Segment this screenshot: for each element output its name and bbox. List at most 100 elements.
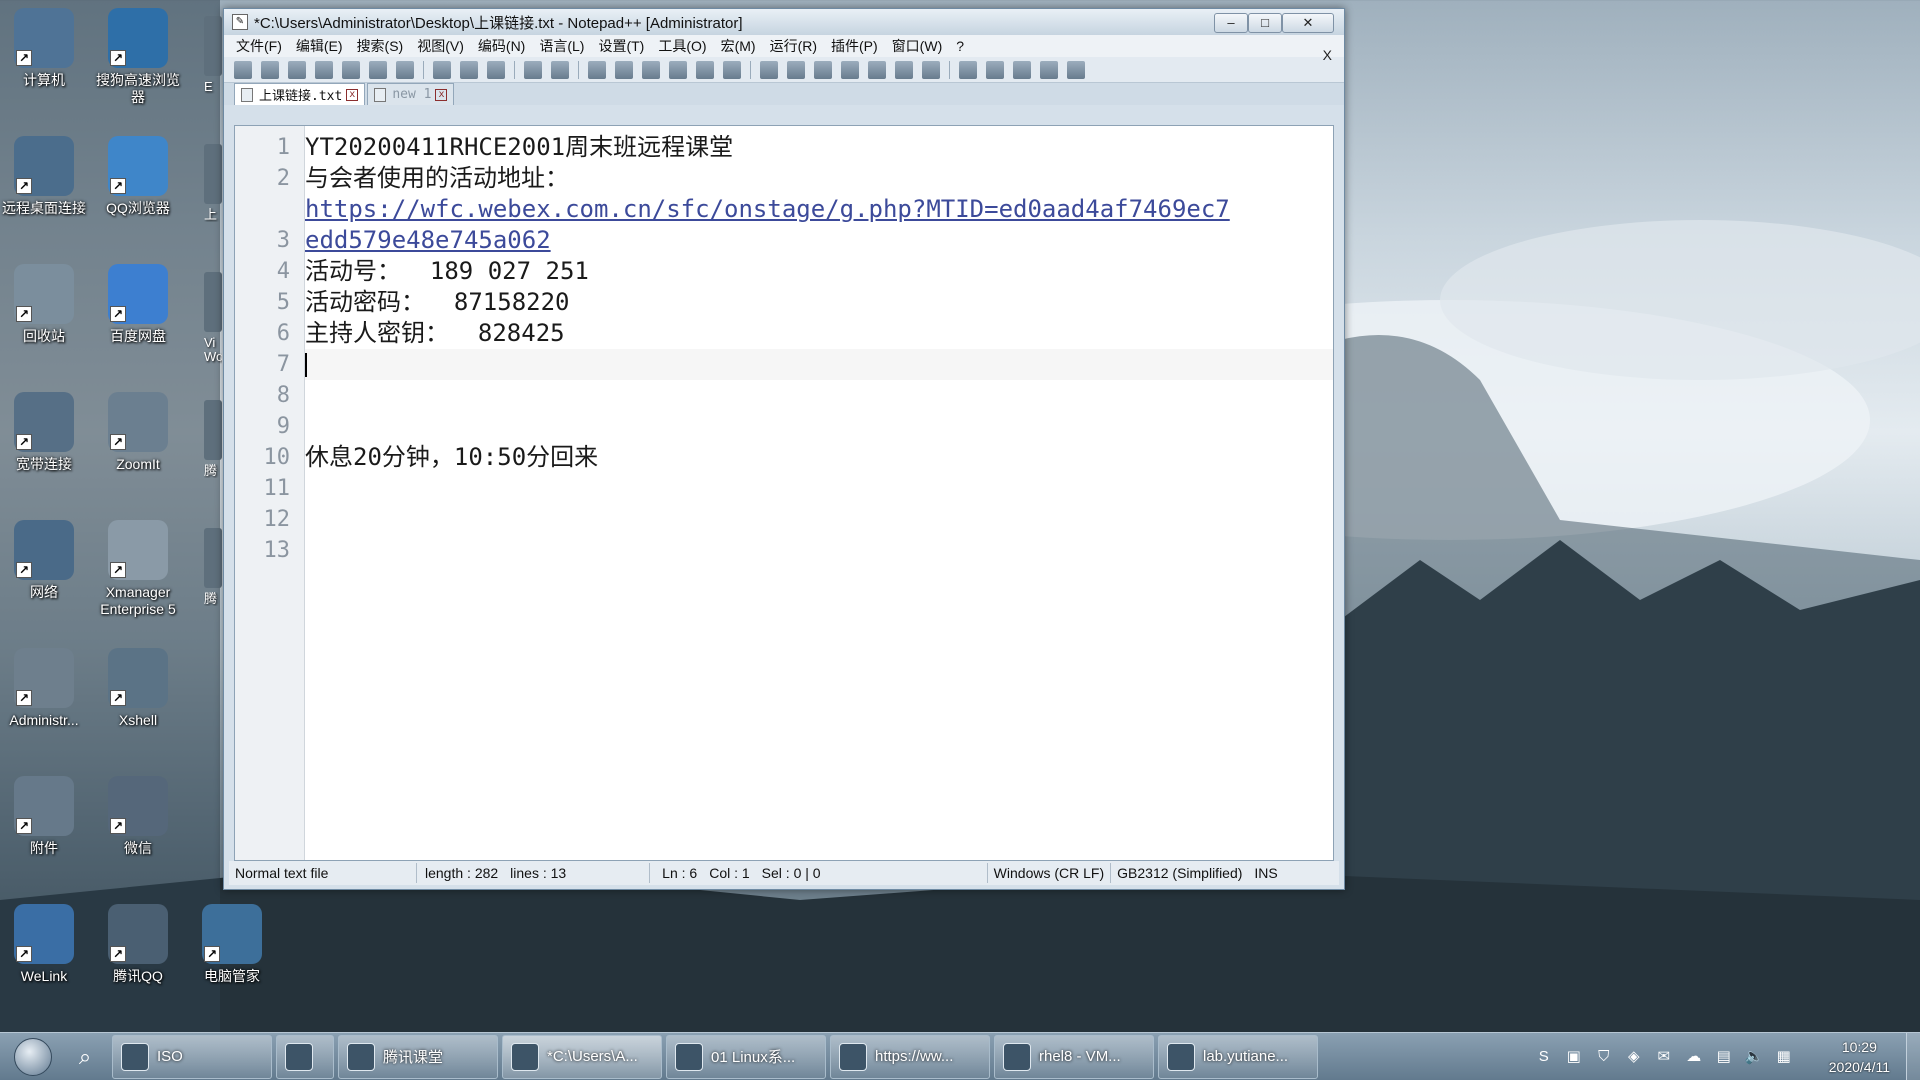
taskbar-button[interactable] (276, 1034, 334, 1079)
editor-line[interactable] (305, 535, 1333, 566)
desktop-icon[interactable]: ↗ 回收站 (0, 264, 92, 345)
menu-view[interactable]: 视图(V) (417, 36, 464, 56)
taskbar-button[interactable]: rhel8 - VM... (994, 1034, 1154, 1079)
taskbar-button[interactable]: 01 Linux系... (666, 1034, 826, 1079)
editor-line[interactable]: 活动号： 189 027 251 (305, 256, 1333, 287)
wechat-tray-icon[interactable]: ✉ (1655, 1048, 1673, 1066)
url-link[interactable]: https://wfc.webex.com.cn/sfc/onstage/g.p… (305, 195, 1230, 223)
security-icon[interactable]: ◈ (1625, 1048, 1643, 1066)
menu-run[interactable]: 运行(R) (770, 36, 817, 56)
sync-horizontal-icon[interactable] (723, 60, 741, 79)
redo-icon[interactable] (551, 60, 569, 79)
partially-hidden-desktop-icon[interactable]: 上 (204, 144, 222, 222)
partially-hidden-desktop-icon[interactable]: 腾 (204, 400, 222, 478)
partially-hidden-desktop-icon[interactable]: 腾 (204, 528, 222, 606)
sogou-input-icon[interactable]: S (1535, 1048, 1553, 1066)
editor-line[interactable]: https://wfc.webex.com.cn/sfc/onstage/g.p… (305, 194, 1333, 225)
tray-app-icon[interactable]: ▣ (1565, 1048, 1583, 1066)
desktop-icon[interactable]: ↗ Xshell (90, 648, 186, 729)
editor-line[interactable]: edd579e48e745a062 (305, 225, 1333, 256)
editor-line[interactable]: 休息20分钟，10:50分回来 (305, 442, 1333, 473)
zoom-in-icon[interactable] (642, 60, 660, 79)
baidu-tray-icon[interactable]: ☁ (1685, 1048, 1703, 1066)
editor-line[interactable]: 与会者使用的活动地址： (305, 163, 1333, 194)
taskbar-button[interactable]: lab.yutiane... (1158, 1034, 1318, 1079)
desktop-icon[interactable]: ↗ 宽带连接 (0, 392, 92, 473)
copy-icon[interactable] (460, 60, 478, 79)
monitoring-icon[interactable] (922, 60, 940, 79)
volume-icon[interactable]: 🔈 (1745, 1048, 1764, 1066)
quick-launch-zoomit-icon[interactable]: ⌕ (62, 1037, 108, 1077)
function-list-icon[interactable] (868, 60, 886, 79)
status-eol[interactable]: Windows (CR LF) (988, 863, 1112, 883)
menu-language[interactable]: 语言(L) (539, 36, 584, 56)
close-file-icon[interactable] (342, 60, 360, 79)
close-all-icon[interactable] (369, 60, 387, 79)
shield-icon[interactable]: ⛉ (1595, 1048, 1613, 1066)
editor-content[interactable]: YT20200411RHCE2001周末班远程课堂 与会者使用的活动地址： http… (305, 126, 1333, 860)
zoom-out-icon[interactable] (669, 60, 687, 79)
record-macro-icon[interactable] (959, 60, 977, 79)
menu-window[interactable]: 窗口(W) (892, 36, 943, 56)
menu-encoding[interactable]: 编码(N) (478, 36, 525, 56)
menu-search[interactable]: 搜索(S) (357, 36, 404, 56)
desktop-icon[interactable]: ↗ 附件 (0, 776, 92, 857)
desktop-icon[interactable]: ↗ 搜狗高速浏览器 (90, 8, 186, 106)
save-icon[interactable] (288, 60, 306, 79)
word-wrap-icon[interactable] (760, 60, 778, 79)
doc-map-icon[interactable] (841, 60, 859, 79)
editor-line[interactable] (305, 349, 1333, 380)
menu-macro[interactable]: 宏(M) (721, 36, 756, 56)
print-icon[interactable] (396, 60, 414, 79)
undo-icon[interactable] (524, 60, 542, 79)
show-all-chars-icon[interactable] (787, 60, 805, 79)
indent-guide-icon[interactable] (814, 60, 832, 79)
editor-line[interactable] (305, 380, 1333, 411)
editor-line[interactable]: 主持人密钥： 828425 (305, 318, 1333, 349)
replace-icon[interactable] (615, 60, 633, 79)
desktop-icon[interactable]: ↗ ZoomIt (90, 392, 186, 473)
tab-close-icon[interactable]: x (346, 88, 359, 101)
taskbar-button[interactable]: https://ww... (830, 1034, 990, 1079)
title-bar[interactable]: ✎ *C:\Users\Administrator\Desktop\上课链接.t… (224, 9, 1344, 35)
show-desktop-button[interactable] (1906, 1033, 1920, 1080)
power-icon[interactable]: ▦ (1775, 1048, 1793, 1066)
editor-line[interactable] (305, 473, 1333, 504)
desktop-icon[interactable]: ↗ 电脑管家 (184, 904, 280, 985)
desktop-icon[interactable]: ↗ 微信 (90, 776, 186, 857)
menu-edit[interactable]: 编辑(E) (296, 36, 343, 56)
editor-line[interactable]: 活动密码： 87158220 (305, 287, 1333, 318)
desktop-icon[interactable]: ↗ 网络 (0, 520, 92, 601)
save-macro-icon[interactable] (1067, 60, 1085, 79)
menu-settings[interactable]: 设置(T) (598, 36, 644, 56)
find-icon[interactable] (588, 60, 606, 79)
editor-line[interactable] (305, 504, 1333, 535)
desktop-icon[interactable]: ↗ 腾讯QQ (90, 904, 186, 985)
editor-line[interactable] (305, 411, 1333, 442)
close-button[interactable]: ✕ (1282, 13, 1334, 33)
cut-icon[interactable] (433, 60, 451, 79)
open-file-icon[interactable] (261, 60, 279, 79)
tab-current-file[interactable]: 上课链接.txt x (234, 83, 366, 105)
menu-help[interactable]: ? (956, 38, 964, 54)
desktop-icon[interactable]: ↗ 百度网盘 (90, 264, 186, 345)
url-link[interactable]: edd579e48e745a062 (305, 226, 551, 254)
status-encoding[interactable]: GB2312 (Simplified) (1111, 863, 1248, 883)
text-editor[interactable]: 1 2 3 4 5 6 7 8 9 10 11 12 13 YT20200411RHCE2001周末班远… (234, 125, 1334, 861)
minimize-button[interactable]: – (1214, 13, 1248, 33)
new-file-icon[interactable] (234, 60, 252, 79)
partially-hidden-desktop-icon[interactable]: Vi Wo (204, 272, 222, 364)
taskbar-button[interactable]: 腾讯课堂 (338, 1034, 498, 1079)
desktop-icon[interactable]: ↗ WeLink (0, 904, 92, 985)
maximize-button[interactable]: □ (1248, 13, 1282, 33)
save-all-icon[interactable] (315, 60, 333, 79)
network-tray-icon[interactable]: ▤ (1715, 1048, 1733, 1066)
menu-tools[interactable]: 工具(O) (658, 36, 706, 56)
menu-plugins[interactable]: 插件(P) (831, 36, 878, 56)
folder-workspace-icon[interactable] (895, 60, 913, 79)
paste-icon[interactable] (487, 60, 505, 79)
partially-hidden-desktop-icon[interactable]: E (204, 16, 222, 94)
sync-vertical-icon[interactable] (696, 60, 714, 79)
start-button[interactable] (4, 1035, 62, 1079)
stop-macro-icon[interactable] (986, 60, 1004, 79)
